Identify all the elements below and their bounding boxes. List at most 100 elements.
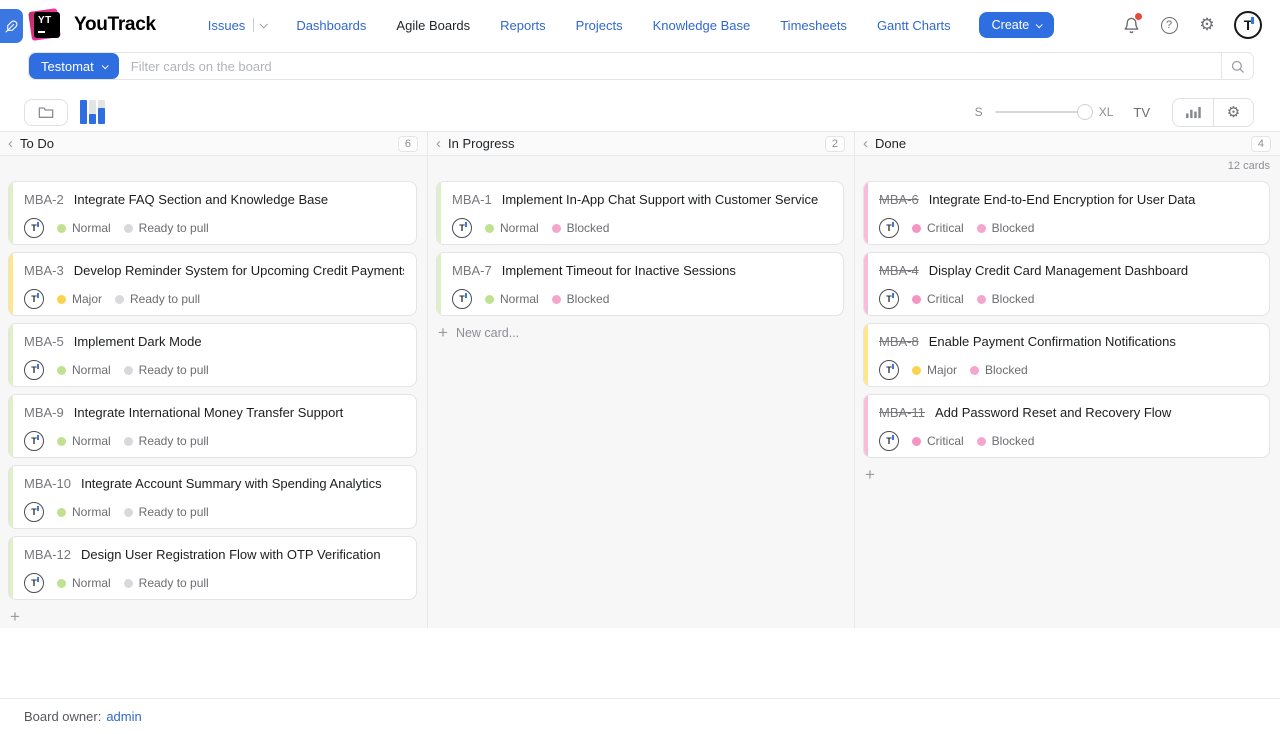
card-id[interactable]: MBA-3 [24,263,64,278]
assignee-avatar[interactable]: T [879,360,899,380]
assignee-avatar[interactable]: T [24,431,44,451]
state-badge[interactable]: Blocked [552,221,610,235]
priority-badge[interactable]: Normal [57,221,111,235]
state-badge[interactable]: Blocked [977,434,1035,448]
card[interactable]: MBA-12Design User Registration Flow with… [8,536,417,600]
assignee-avatar[interactable]: T [24,502,44,522]
card-title[interactable]: Develop Reminder System for Upcoming Cre… [74,263,404,278]
tv-mode-button[interactable]: TV [1133,105,1150,120]
chart-toggle-button[interactable] [80,100,105,124]
create-button[interactable]: Create [979,12,1055,38]
collapse-column-icon[interactable]: ‹ [436,136,441,151]
priority-badge[interactable]: Normal [57,505,111,519]
card[interactable]: MBA-3 Develop Reminder System for Upcomin… [8,252,417,316]
chevron-down-icon[interactable] [260,20,268,28]
priority-badge[interactable]: Normal [57,434,111,448]
nav-item-issues[interactable]: Issues [208,18,267,33]
state-badge[interactable]: Ready to pull [115,292,200,306]
card-id[interactable]: MBA-10 [24,476,71,491]
nav-item-gantt-charts[interactable]: Gantt Charts [877,18,951,33]
nav-item-knowledge-base[interactable]: Knowledge Base [653,18,751,33]
card-id[interactable]: MBA-2 [24,192,64,207]
priority-badge[interactable]: Normal [485,292,539,306]
card-title[interactable]: Design User Registration Flow with OTP V… [81,547,381,562]
card-id[interactable]: MBA-4 [879,263,919,278]
card[interactable]: MBA-2 Integrate FAQ Section and Knowledge… [8,181,417,245]
board-selector[interactable]: Testomat [29,53,119,79]
card-title[interactable]: Integrate End-to-End Encryption for User… [929,192,1196,207]
state-badge[interactable]: Blocked [977,292,1035,306]
card-title[interactable]: Integrate FAQ Section and Knowledge Base [74,192,328,207]
assignee-avatar[interactable]: T [452,289,472,309]
nav-item-projects[interactable]: Projects [576,18,623,33]
card[interactable]: MBA-4 Display Credit Card Management Dash… [863,252,1270,316]
card[interactable]: MBA-1Implement In-App Chat Support with … [436,181,844,245]
card[interactable]: MBA-11 Add Password Reset and Recovery Fl… [863,394,1270,458]
card-id[interactable]: MBA-8 [879,334,919,349]
card[interactable]: MBA-9 Integrate International Money Trans… [8,394,417,458]
assignee-avatar[interactable]: T [879,431,899,451]
card-id[interactable]: MBA-9 [24,405,64,420]
add-card-button[interactable]: + [865,466,1280,483]
priority-badge[interactable]: Critical [912,292,964,306]
card-id[interactable]: MBA-1 [452,192,492,207]
priority-badge[interactable]: Normal [57,363,111,377]
state-badge[interactable]: Blocked [552,292,610,306]
user-avatar[interactable]: T [1234,11,1262,39]
filter-input[interactable] [119,53,1221,79]
backlog-button[interactable] [24,99,68,126]
assignee-avatar[interactable]: T [24,289,44,309]
card-title[interactable]: Add Password Reset and Recovery Flow [935,405,1171,420]
search-button[interactable] [1221,53,1253,79]
state-badge[interactable]: Blocked [970,363,1028,377]
priority-badge[interactable]: Major [912,363,957,377]
state-badge[interactable]: Ready to pull [124,505,209,519]
column-header-in-progress[interactable]: ‹ In Progress 2 [427,132,854,155]
card-title[interactable]: Integrate Account Summary with Spending … [81,476,382,491]
notifications-button[interactable] [1120,14,1142,36]
assignee-avatar[interactable]: T [24,573,44,593]
nav-item-dashboards[interactable]: Dashboards [296,18,366,33]
youtrack-logo[interactable]: YT YouTrack [30,7,156,43]
new-card-button[interactable]: + New card... [438,324,854,341]
state-badge[interactable]: Ready to pull [124,363,209,377]
card-id[interactable]: MBA-5 [24,334,64,349]
card[interactable]: MBA-8 Enable Payment Confirmation Notific… [863,323,1270,387]
card-title[interactable]: Implement Timeout for Inactive Sessions [502,263,736,278]
help-button[interactable]: ? [1158,14,1180,36]
state-badge[interactable]: Ready to pull [124,434,209,448]
state-badge[interactable]: Ready to pull [124,576,209,590]
assignee-avatar[interactable]: T [879,289,899,309]
assignee-avatar[interactable]: T [452,218,472,238]
card-id[interactable]: MBA-6 [879,192,919,207]
card[interactable]: MBA-7 Implement Timeout for Inactive Sess… [436,252,844,316]
card[interactable]: MBA-5 Implement Dark Mode T Normal Ready to … [8,323,417,387]
assignee-avatar[interactable]: T [24,218,44,238]
board-settings-button[interactable]: ⚙ [1213,99,1253,126]
card-id[interactable]: MBA-7 [452,263,492,278]
burndown-chart-button[interactable] [1173,99,1213,126]
card-title[interactable]: Integrate International Money Transfer S… [74,405,344,420]
card[interactable]: MBA-10 Integrate Account Summary with Spe… [8,465,417,529]
slider-handle[interactable] [1077,104,1093,120]
column-header-done[interactable]: ‹ Done 4 [854,132,1280,155]
card-title[interactable]: Implement Dark Mode [74,334,202,349]
priority-badge[interactable]: Major [57,292,102,306]
state-badge[interactable]: Blocked [977,221,1035,235]
assignee-avatar[interactable]: T [879,218,899,238]
priority-badge[interactable]: Normal [485,221,539,235]
card-title[interactable]: Enable Payment Confirmation Notification… [929,334,1176,349]
state-badge[interactable]: Ready to pull [124,221,209,235]
collapse-column-icon[interactable]: ‹ [8,136,13,151]
priority-badge[interactable]: Critical [912,434,964,448]
board-owner-link[interactable]: admin [106,709,141,724]
column-header-todo[interactable]: ‹ To Do 6 [0,132,427,155]
feedback-tab[interactable] [0,9,23,43]
settings-button[interactable]: ⚙ [1196,14,1218,36]
assignee-avatar[interactable]: T [24,360,44,380]
priority-badge[interactable]: Critical [912,221,964,235]
nav-item-reports[interactable]: Reports [500,18,546,33]
card-id[interactable]: MBA-11 [879,405,925,420]
card-title[interactable]: Display Credit Card Management Dashboard [929,263,1188,278]
priority-badge[interactable]: Normal [57,576,111,590]
